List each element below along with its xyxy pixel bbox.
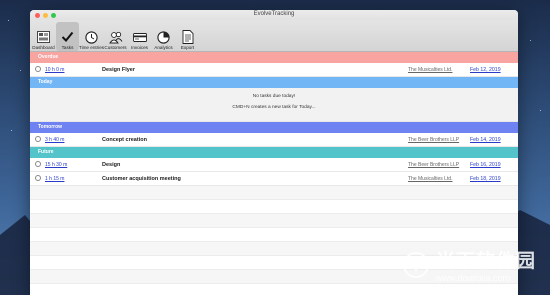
task-time-link[interactable]: 10 h 0 m bbox=[45, 67, 64, 73]
toolbar-label: Tasks bbox=[61, 45, 74, 50]
invoice-icon bbox=[132, 30, 147, 44]
empty-row bbox=[30, 200, 518, 214]
star bbox=[8, 20, 9, 21]
toolbar-time-entries-button[interactable]: Time entries bbox=[78, 22, 105, 51]
task-complete-checkbox[interactable] bbox=[35, 66, 41, 72]
task-due-date-link[interactable]: Feb 12, 2019 bbox=[470, 67, 501, 73]
task-due-date-link[interactable]: Feb 18, 2019 bbox=[470, 176, 501, 182]
task-row[interactable]: 3 h 40 m Concept creation The Beer Broth… bbox=[30, 133, 518, 147]
toolbar-label: Time entries bbox=[78, 45, 105, 50]
toolbar-label: Export bbox=[180, 45, 195, 50]
task-client-link[interactable]: The Musicalties Ltd. bbox=[408, 67, 452, 73]
title-bar: EvolveTracking bbox=[30, 10, 518, 20]
task-complete-checkbox[interactable] bbox=[35, 161, 41, 167]
watermark-logo-text: 当下软件园 bbox=[435, 251, 536, 272]
people-icon bbox=[108, 30, 123, 44]
task-title: Design bbox=[102, 161, 121, 168]
task-client-link[interactable]: The Beer Brothers LLP bbox=[408, 162, 459, 168]
empty-row bbox=[30, 186, 518, 200]
task-complete-checkbox[interactable] bbox=[35, 175, 41, 181]
window-title: EvolveTracking bbox=[253, 11, 295, 17]
section-header-today: Today bbox=[30, 77, 518, 88]
toolbar-label: Analytics bbox=[154, 45, 173, 50]
toolbar-dashboard-button[interactable]: Dashboard bbox=[32, 22, 55, 51]
task-time-link[interactable]: 15 h 30 m bbox=[45, 162, 67, 168]
toolbar-analytics-button[interactable]: Analytics bbox=[152, 22, 175, 51]
toolbar-tasks-button[interactable]: Tasks bbox=[56, 22, 79, 51]
task-time-link[interactable]: 3 h 40 m bbox=[45, 137, 64, 143]
toolbar-label: Dashboard bbox=[32, 45, 55, 50]
watermark: 当下软件园 www.downxia.com bbox=[402, 246, 536, 283]
empty-row bbox=[30, 228, 518, 242]
star bbox=[530, 40, 531, 41]
empty-message-line: No tasks due today! bbox=[252, 94, 296, 99]
section-header-overdue: Overdue bbox=[30, 52, 518, 63]
task-complete-checkbox[interactable] bbox=[35, 136, 41, 142]
toolbar-invoices-button[interactable]: Invoices bbox=[128, 22, 151, 51]
toolbar-label: Customers bbox=[104, 45, 127, 50]
task-client-link[interactable]: The Musicalties Ltd. bbox=[408, 176, 452, 182]
task-due-date-link[interactable]: Feb 16, 2019 bbox=[470, 162, 501, 168]
empty-row bbox=[30, 284, 518, 295]
task-time-link[interactable]: 1 h 15 m bbox=[45, 176, 64, 182]
task-client-link[interactable]: The Beer Brothers LLP bbox=[408, 137, 459, 143]
task-title: Design Flyer bbox=[102, 66, 136, 73]
chart-icon bbox=[157, 30, 171, 44]
clock-icon bbox=[85, 30, 99, 44]
empty-row bbox=[30, 214, 518, 228]
task-row[interactable]: 15 h 30 m Design The Beer Brothers LLP F… bbox=[30, 158, 518, 172]
empty-hint-line: CMD+N creates a new task for Today... bbox=[232, 105, 316, 110]
star bbox=[540, 110, 541, 111]
section-header-tomorrow: Tomorrow bbox=[30, 122, 518, 133]
star bbox=[20, 70, 21, 71]
task-row[interactable]: 10 h 0 m Design Flyer The Musicalties Lt… bbox=[30, 63, 518, 77]
toolbar-export-button[interactable]: Export bbox=[176, 22, 199, 51]
empty-today-message: No tasks due today! CMD+N creates a new … bbox=[30, 88, 518, 122]
toolbar-label: Invoices bbox=[131, 45, 148, 50]
toolbar-customers-button[interactable]: Customers bbox=[104, 22, 127, 51]
section-header-future: Future bbox=[30, 147, 518, 158]
export-icon bbox=[181, 30, 195, 44]
task-row[interactable]: 1 h 15 m Customer acquisition meeting Th… bbox=[30, 172, 518, 186]
toolbar: Dashboard Tasks Time entries Customers I… bbox=[30, 20, 518, 52]
watermark-logo-icon bbox=[402, 251, 429, 278]
task-title: Customer acquisition meeting bbox=[102, 175, 181, 182]
star bbox=[11, 130, 12, 131]
task-title: Concept creation bbox=[102, 136, 147, 143]
dashboard-icon bbox=[37, 30, 51, 44]
watermark-url: www.downxia.com bbox=[435, 273, 511, 283]
checkmark-icon bbox=[61, 30, 75, 44]
task-due-date-link[interactable]: Feb 14, 2019 bbox=[470, 137, 501, 143]
